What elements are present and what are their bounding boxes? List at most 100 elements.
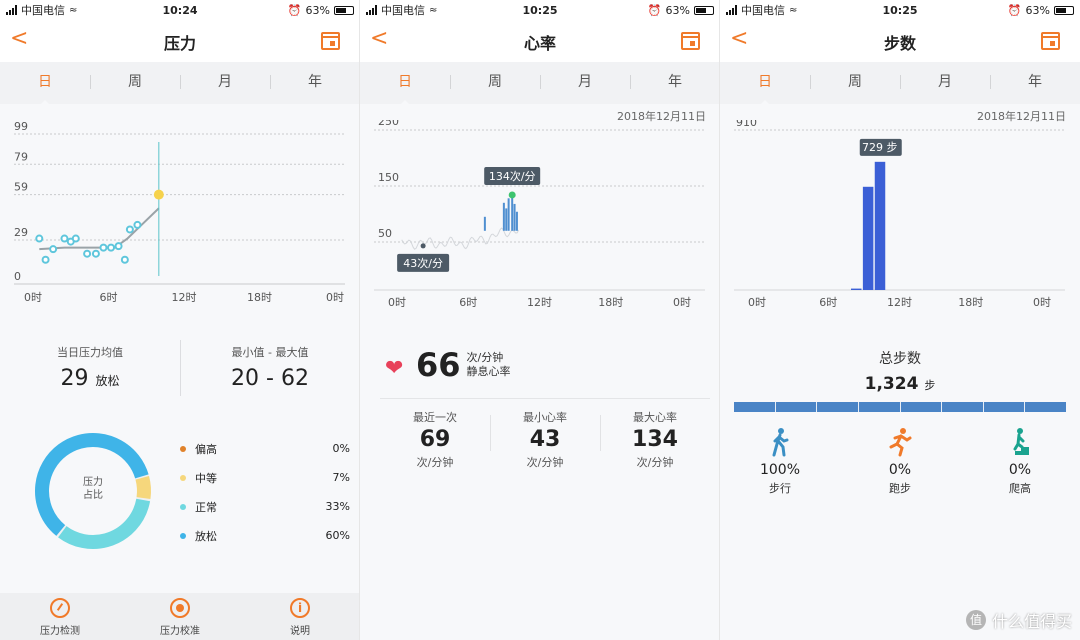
legend-row: 放松 60% bbox=[180, 521, 350, 550]
mode-pct: 0% bbox=[1008, 462, 1032, 478]
status-bar: 中国电信 ≈ 10:25 ⏰ 63% bbox=[720, 0, 1080, 20]
stress-test-button[interactable]: 压力检测 bbox=[0, 593, 120, 640]
stat-label: 最小心率 bbox=[523, 411, 567, 424]
legend-row: 中等 7% bbox=[180, 463, 350, 492]
tab-month[interactable]: 月 bbox=[540, 62, 630, 104]
watermark: 值 什么值得买 bbox=[965, 608, 1072, 632]
stress-point bbox=[114, 242, 123, 251]
status-bar: 中国电信 ≈ 10:24 ⏰ 63% bbox=[0, 0, 359, 20]
stress-legend: 偏高 0% 中等 7% 正常 33% 放松 60% bbox=[180, 434, 350, 550]
x-tick-label: 12时 bbox=[527, 296, 552, 309]
stress-chart: 9979592900时 6时 12时 18时 0时 bbox=[14, 120, 345, 304]
stress-point bbox=[125, 225, 134, 234]
alarm-icon: ⏰ bbox=[647, 3, 662, 17]
max-tooltip: 134次/分 bbox=[489, 169, 536, 183]
resting-heart-rate: 66 次/分钟 静息心率 bbox=[416, 346, 511, 384]
battery-percent: 63% bbox=[305, 3, 330, 17]
legend-name: 中等 bbox=[195, 471, 217, 485]
status-bar: 中国电信 ≈ 10:25 ⏰ 63% bbox=[360, 0, 719, 20]
heart-rate-stats: 最近一次 69 次/分钟 最小心率 43 次/分钟 最大心率 134 次/分钟 bbox=[380, 398, 710, 470]
legend-pct: 7% bbox=[332, 471, 350, 484]
watermark-logo-icon: 值 bbox=[965, 610, 986, 630]
legend-dot bbox=[180, 503, 186, 510]
climbing-icon bbox=[1011, 428, 1029, 455]
x-tick-label: 0时 bbox=[748, 296, 766, 309]
info-icon bbox=[290, 598, 310, 618]
battery-icon bbox=[1054, 5, 1074, 15]
tab-year[interactable]: 年 bbox=[270, 62, 359, 104]
alarm-icon: ⏰ bbox=[287, 3, 302, 17]
watermark-text: 什么值得买 bbox=[991, 612, 1072, 631]
stat-unit: 次/分钟 bbox=[636, 456, 674, 469]
mode-walking: 100% 步行 bbox=[720, 426, 840, 496]
stat-unit: 次/分钟 bbox=[416, 456, 454, 469]
total-steps-value: 1,324 bbox=[864, 374, 919, 394]
x-tick-label: 0时 bbox=[673, 296, 691, 309]
period-tabs: 日 周 月 年 bbox=[360, 62, 719, 106]
donut-center-label: 压力 占比 bbox=[28, 476, 158, 502]
total-steps: 总步数 1,324 步 bbox=[720, 348, 1080, 394]
mode-climbing: 0% 爬高 bbox=[960, 426, 1080, 496]
tab-year[interactable]: 年 bbox=[990, 62, 1080, 104]
current-stress-point bbox=[153, 189, 164, 200]
tab-month[interactable]: 月 bbox=[900, 62, 990, 104]
tab-week[interactable]: 周 bbox=[450, 62, 540, 104]
walking-icon bbox=[772, 428, 789, 457]
stress-point bbox=[99, 243, 108, 252]
min-tooltip: 43次/分 bbox=[403, 256, 443, 270]
y-tick-label: 59 bbox=[14, 181, 28, 194]
stress-point bbox=[133, 220, 142, 229]
tab-week[interactable]: 周 bbox=[90, 62, 180, 104]
stress-content: 99 79 59 29 0 0时 6时 12时 18时 0时 当日压力均值 29 放松 最小值 -… bbox=[0, 104, 359, 640]
stress-point bbox=[120, 255, 129, 264]
stress-calibrate-label: 压力校准 bbox=[160, 626, 200, 637]
y-tick-label: 250 bbox=[378, 120, 399, 128]
tab-day[interactable]: 日 bbox=[360, 62, 450, 106]
x-tick-label: 6时 bbox=[100, 291, 118, 304]
x-tick-label: 0时 bbox=[1033, 296, 1051, 309]
stat-value: 43 bbox=[529, 427, 561, 452]
gauge-icon bbox=[50, 598, 70, 618]
nav-bar: < 心率 bbox=[360, 22, 719, 60]
legend-pct: 33% bbox=[325, 500, 350, 513]
target-icon bbox=[170, 598, 190, 618]
activity-modes: 100% 步行 0% 跑步 0% 爬高 bbox=[720, 426, 1080, 496]
steps-content: 2018年12月11日 910 0时 6时 12时 18时 0时 729 步 总步数 1,3… bbox=[720, 104, 1080, 640]
period-tabs: 日 周 月 年 bbox=[720, 62, 1080, 106]
stress-point bbox=[71, 234, 80, 243]
calendar-icon[interactable] bbox=[1041, 32, 1060, 50]
x-tick-label: 0时 bbox=[326, 291, 344, 304]
tab-day[interactable]: 日 bbox=[720, 62, 810, 106]
calendar-icon[interactable] bbox=[321, 32, 340, 50]
legend-name: 偏高 bbox=[195, 442, 217, 456]
step-tooltip: 729 步 bbox=[862, 141, 898, 154]
tab-year[interactable]: 年 bbox=[630, 62, 719, 104]
min-heart-rate: 最小心率 43 次/分钟 bbox=[490, 409, 600, 470]
signal-icon bbox=[6, 5, 17, 15]
x-tick-label: 18时 bbox=[247, 291, 272, 304]
avg-stress-unit: 放松 bbox=[95, 374, 120, 388]
stress-calibrate-button[interactable]: 压力校准 bbox=[120, 593, 240, 640]
legend-dot bbox=[180, 445, 186, 452]
heart-content: 2018年12月11日 250 150 50 0时 6时 12时 18时 0时 134次/分 43… bbox=[360, 104, 719, 640]
legend-dot bbox=[180, 532, 186, 539]
tab-month[interactable]: 月 bbox=[180, 62, 270, 104]
alarm-icon: ⏰ bbox=[1007, 3, 1022, 17]
calendar-icon[interactable] bbox=[681, 32, 700, 50]
avg-stress-value: 29 bbox=[60, 366, 89, 391]
tab-week[interactable]: 周 bbox=[810, 62, 900, 104]
stress-range-value: 20 - 62 bbox=[231, 366, 309, 391]
help-label: 说明 bbox=[290, 626, 310, 637]
wifi-icon: ≈ bbox=[789, 4, 798, 16]
x-tick-label: 18时 bbox=[598, 296, 623, 309]
resting-value: 66 bbox=[416, 346, 461, 384]
mode-name: 步行 bbox=[769, 482, 791, 495]
min-point bbox=[420, 243, 426, 249]
resting-label: 静息心率 bbox=[466, 365, 511, 378]
heart-rate-chart: 250 150 50 0时 6时 12时 18时 0时 134次/分 43次/分 bbox=[374, 120, 705, 309]
help-button[interactable]: 说明 bbox=[240, 593, 359, 640]
activity-mix-bar bbox=[734, 402, 1066, 412]
legend-pct: 60% bbox=[325, 529, 350, 542]
tab-day[interactable]: 日 bbox=[0, 62, 90, 106]
heart-rate-line bbox=[401, 227, 520, 250]
